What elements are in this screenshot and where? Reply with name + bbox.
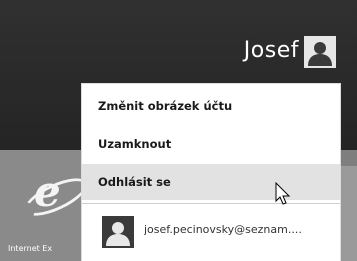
user-name[interactable]: Josef xyxy=(244,38,299,63)
internet-explorer-icon: e xyxy=(34,167,61,216)
account-menu: Změnit obrázek účtu Uzamknout Odhlásit s… xyxy=(82,84,340,261)
menu-item-sign-out[interactable]: Odhlásit se xyxy=(82,164,340,200)
menu-item-other-account[interactable]: josef.pecinovsky@seznam.... xyxy=(82,204,340,261)
tile-label: Internet Ex xyxy=(8,244,53,253)
menu-item-lock[interactable]: Uzamknout xyxy=(82,126,340,162)
mouse-pointer-icon xyxy=(275,182,291,206)
user-avatar-icon[interactable] xyxy=(304,36,336,68)
internet-explorer-tile[interactable]: e Internet Ex xyxy=(0,150,93,261)
account-email: josef.pecinovsky@seznam.... xyxy=(144,223,302,236)
account-avatar-icon xyxy=(102,216,134,248)
menu-item-change-picture[interactable]: Změnit obrázek účtu xyxy=(82,88,340,124)
